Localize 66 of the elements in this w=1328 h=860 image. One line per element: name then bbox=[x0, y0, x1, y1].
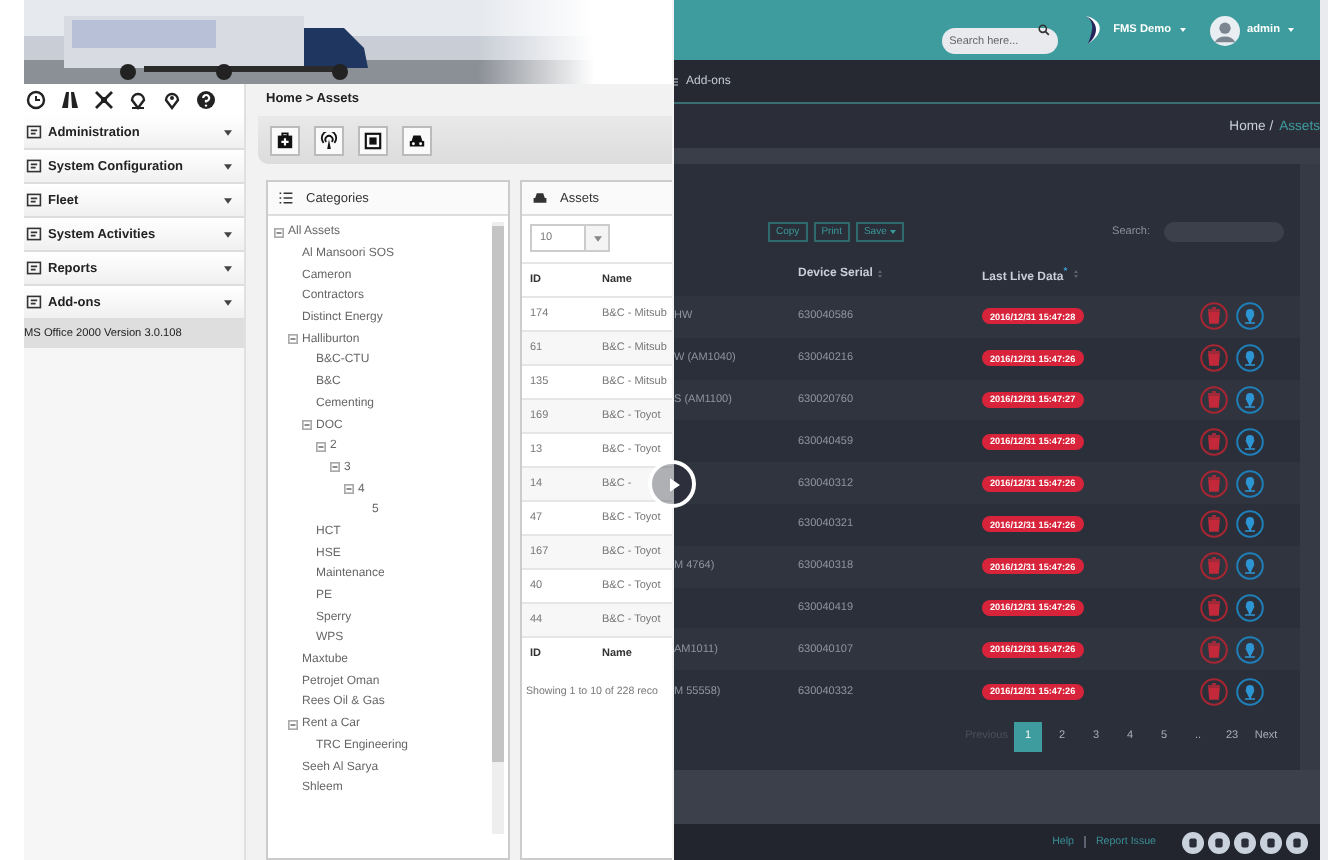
locate-icon[interactable] bbox=[1236, 552, 1264, 581]
delete-icon[interactable] bbox=[1200, 344, 1228, 373]
locate-icon[interactable] bbox=[1236, 593, 1264, 622]
tree-toggle-icon[interactable] bbox=[316, 441, 326, 452]
social-icon[interactable] bbox=[1234, 831, 1256, 853]
help-icon[interactable] bbox=[196, 90, 216, 110]
social-icon[interactable] bbox=[1208, 831, 1230, 853]
caret-icon bbox=[890, 230, 897, 234]
caret-icon bbox=[1288, 28, 1294, 32]
delete-icon[interactable] bbox=[1200, 469, 1228, 498]
caret-icon bbox=[224, 231, 232, 237]
delete-icon[interactable] bbox=[1200, 677, 1228, 706]
car-icon bbox=[408, 131, 426, 149]
clock-icon[interactable] bbox=[26, 90, 46, 110]
social-icon[interactable] bbox=[1286, 831, 1308, 853]
delete-icon[interactable] bbox=[1200, 635, 1228, 664]
social-icon[interactable] bbox=[1260, 831, 1282, 853]
scrollbar[interactable] bbox=[492, 222, 504, 834]
delete-icon[interactable] bbox=[1200, 385, 1228, 414]
tree-toggle-icon[interactable] bbox=[288, 334, 298, 345]
caret-icon bbox=[1179, 28, 1186, 32]
delete-icon[interactable] bbox=[1200, 302, 1228, 331]
avatar-icon[interactable] bbox=[1209, 15, 1240, 45]
toolbar-button[interactable] bbox=[270, 125, 300, 155]
road-icon[interactable] bbox=[60, 90, 80, 110]
sort-icon[interactable] bbox=[1073, 270, 1078, 278]
car-icon bbox=[532, 190, 548, 206]
antenna-icon bbox=[320, 131, 338, 149]
locate-icon[interactable] bbox=[1236, 635, 1264, 664]
caret-icon bbox=[593, 235, 601, 241]
social-icon[interactable] bbox=[1182, 831, 1204, 853]
delete-icon[interactable] bbox=[1200, 510, 1228, 539]
first-aid-kit-icon bbox=[276, 131, 294, 149]
search-icon bbox=[1037, 24, 1050, 36]
toolbar-button[interactable] bbox=[402, 125, 432, 155]
locate-icon[interactable] bbox=[1236, 385, 1264, 414]
square-icon bbox=[364, 131, 382, 149]
map-pin-icon[interactable] bbox=[162, 90, 182, 110]
locate-icon[interactable] bbox=[1236, 469, 1264, 498]
delete-icon[interactable] bbox=[1200, 552, 1228, 581]
toolbar-button[interactable] bbox=[314, 125, 344, 155]
expand-icon[interactable] bbox=[94, 90, 114, 110]
locate-icon[interactable] bbox=[1236, 510, 1264, 539]
map-pin-icon[interactable] bbox=[128, 90, 148, 110]
grid-icon bbox=[674, 75, 678, 87]
list-icon bbox=[278, 190, 294, 206]
list-icon bbox=[26, 226, 42, 242]
delete-icon[interactable] bbox=[1200, 427, 1228, 456]
sort-icon[interactable] bbox=[878, 270, 883, 278]
tree-toggle-icon[interactable] bbox=[344, 484, 354, 495]
locate-icon[interactable] bbox=[1236, 344, 1264, 373]
tree-toggle-icon[interactable] bbox=[302, 420, 312, 431]
toolbar-button[interactable] bbox=[358, 125, 388, 155]
tree-toggle-icon[interactable] bbox=[274, 227, 284, 238]
slider-handle[interactable] bbox=[648, 460, 696, 508]
locate-icon[interactable] bbox=[1236, 302, 1264, 331]
caret-icon bbox=[224, 299, 232, 305]
caret-icon bbox=[224, 163, 232, 169]
delete-icon[interactable] bbox=[1200, 593, 1228, 622]
locate-icon[interactable] bbox=[1236, 677, 1264, 706]
caret-icon bbox=[224, 129, 232, 135]
tree-toggle-icon[interactable] bbox=[330, 462, 340, 473]
locate-icon[interactable] bbox=[1236, 427, 1264, 456]
tree-toggle-icon[interactable] bbox=[288, 719, 298, 730]
caret-icon bbox=[224, 197, 232, 203]
caret-icon bbox=[224, 265, 232, 271]
